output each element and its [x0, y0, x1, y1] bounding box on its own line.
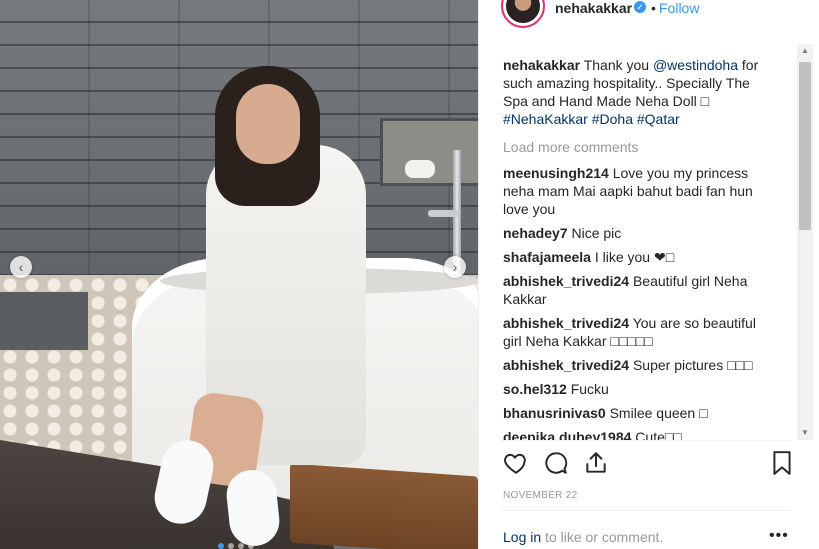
carousel-dot	[238, 543, 244, 549]
caption: nehakakkar Thank you @westindoha for suc…	[503, 56, 775, 128]
comment-username[interactable]: so.hel312	[503, 381, 567, 397]
caption-text-1: Thank you	[583, 57, 653, 73]
comment-text: Fucku	[570, 381, 609, 397]
photo-faucet-spout	[428, 210, 460, 217]
comment-item: meenusingh214 Love you my princess neha …	[503, 164, 775, 218]
post-actions	[503, 450, 793, 480]
load-more-comments-button[interactable]: Load more comments	[503, 138, 775, 156]
comment-text: Nice pic	[571, 225, 622, 241]
carousel-dot	[218, 543, 224, 549]
comment-item: abhishek_trivedi24 Beautiful girl Neha K…	[503, 272, 775, 308]
comment-item: abhishek_trivedi24 Super pictures □□□	[503, 356, 775, 374]
comment-item: abhishek_trivedi24 You are so beautiful …	[503, 314, 775, 350]
carousel-next-button[interactable]: ›	[444, 256, 466, 278]
comment-item: shafajameela I like you ❤□	[503, 248, 775, 266]
header-username[interactable]: nehakakkar	[555, 0, 632, 16]
caption-mention[interactable]: @westindoha	[653, 57, 738, 73]
comment-username[interactable]: meenusingh214	[503, 165, 609, 181]
comment-username[interactable]: nehadey7	[503, 225, 568, 241]
photo-wooden-bench	[290, 463, 478, 549]
heart-icon[interactable]	[503, 450, 529, 476]
photo-towels	[405, 160, 435, 178]
photo-person-face	[236, 84, 300, 164]
avatar[interactable]	[501, 0, 545, 28]
comment-item: bhanusrinivas0 Smilee queen □	[503, 404, 775, 422]
share-icon[interactable]	[583, 450, 609, 476]
caption-hashtag[interactable]: #Qatar	[637, 111, 680, 127]
caption-hashtag[interactable]: #NehaKakkar	[503, 111, 588, 127]
photo-stone-slab	[0, 292, 88, 350]
divider	[501, 440, 791, 441]
comments-list[interactable]: nehakakkar Thank you @westindoha for suc…	[503, 56, 775, 440]
header-separator: •	[651, 0, 656, 16]
comment-username[interactable]: bhanusrinivas0	[503, 405, 606, 421]
follow-button[interactable]: Follow	[659, 0, 699, 16]
comment-username[interactable]: abhishek_trivedi24	[503, 357, 629, 373]
divider	[501, 510, 791, 511]
scroll-up-arrow-icon[interactable]: ▲	[797, 44, 813, 58]
comment-text: Super pictures □□□	[632, 357, 753, 373]
caption-hashtag[interactable]: #Doha	[592, 111, 633, 127]
comment-text: I like you ❤□	[594, 249, 675, 265]
more-options-button[interactable]: •••	[769, 527, 789, 545]
chevron-left-icon: ‹	[18, 259, 24, 275]
scroll-down-arrow-icon[interactable]: ▼	[797, 426, 813, 440]
comment-item: so.hel312 Fucku	[503, 380, 775, 398]
comment-username[interactable]: abhishek_trivedi24	[503, 273, 629, 289]
caption-username[interactable]: nehakakkar	[503, 57, 580, 73]
login-prompt: Log in to like or comment.	[503, 529, 663, 545]
bookmark-icon[interactable]	[769, 450, 795, 476]
comment-item: nehadey7 Nice pic	[503, 224, 775, 242]
carousel-prev-button[interactable]: ‹	[10, 256, 32, 278]
comment-text: Cute□□	[635, 429, 682, 440]
post-header: nehakakkar ✓ • Follow	[479, 0, 799, 28]
post-date[interactable]: NOVEMBER 22	[503, 490, 577, 501]
carousel-dots	[218, 543, 254, 549]
avatar-image	[506, 0, 540, 23]
post-sidebar: nehakakkar ✓ • Follow nehakakkar Thank y…	[478, 0, 819, 549]
comment-username[interactable]: deepika.dubey1984	[503, 429, 631, 440]
comment-username[interactable]: abhishek_trivedi24	[503, 315, 629, 331]
carousel-dot	[228, 543, 234, 549]
verified-badge-icon: ✓	[634, 1, 646, 13]
login-rest-text: to like or comment.	[541, 529, 664, 545]
scrollbar-thumb[interactable]	[799, 62, 811, 230]
comment-username[interactable]: shafajameela	[503, 249, 591, 265]
carousel-dot	[248, 543, 254, 549]
comments-scrollbar[interactable]: ▲ ▼	[797, 44, 813, 440]
comment-icon[interactable]	[543, 450, 569, 476]
login-link[interactable]: Log in	[503, 529, 541, 545]
comment-text: Smilee queen □	[609, 405, 708, 421]
comment-item: deepika.dubey1984 Cute□□	[503, 428, 775, 440]
chevron-right-icon: ›	[452, 259, 458, 275]
post-photo[interactable]: ‹ ›	[0, 0, 478, 549]
